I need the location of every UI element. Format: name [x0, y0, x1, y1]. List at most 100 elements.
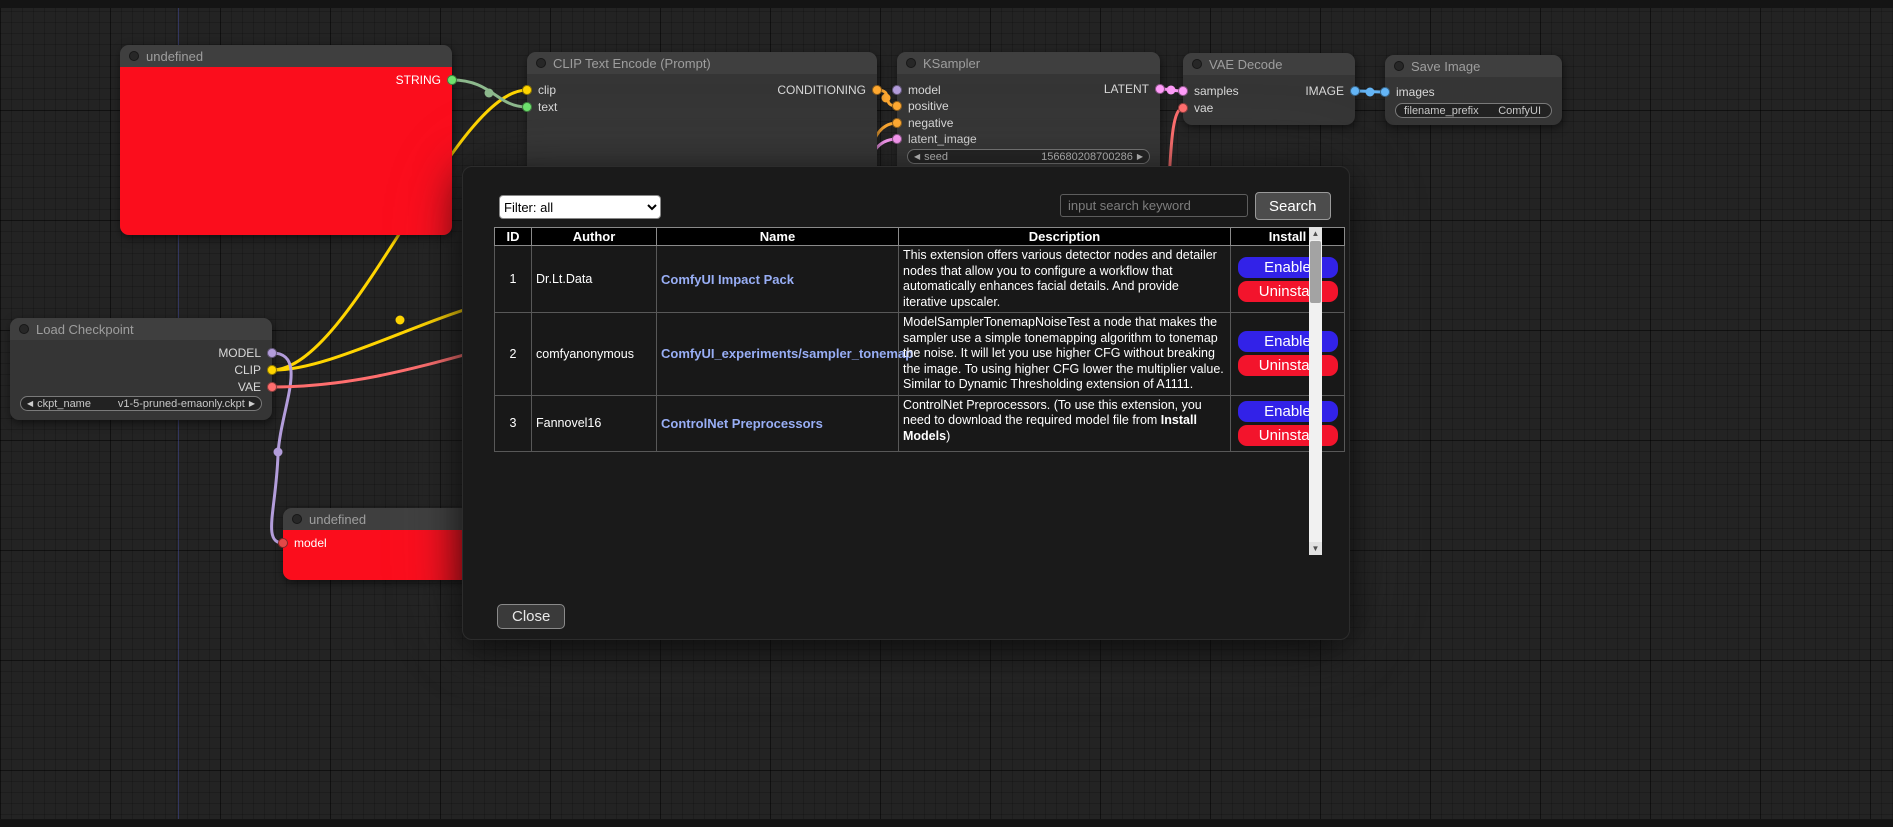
- output-port-model[interactable]: MODEL: [218, 346, 277, 360]
- port-dot[interactable]: [267, 365, 277, 375]
- input-port-model[interactable]: model: [278, 536, 327, 550]
- port-dot[interactable]: [1380, 87, 1390, 97]
- port-dot[interactable]: [892, 134, 902, 144]
- port-label: VAE: [238, 380, 261, 394]
- port-label: model: [908, 83, 941, 97]
- node-title-bar[interactable]: Save Image: [1385, 55, 1562, 77]
- input-port-negative[interactable]: negative: [892, 116, 953, 130]
- output-port-image[interactable]: IMAGE: [1305, 84, 1360, 98]
- node-title-bar[interactable]: CLIP Text Encode (Prompt): [527, 52, 877, 74]
- node-load-checkpoint[interactable]: Load Checkpoint MODEL CLIP VAE ◀ ckpt_na…: [10, 318, 272, 420]
- port-dot[interactable]: [267, 382, 277, 392]
- wire-dot-image: [1366, 88, 1375, 97]
- enable-button[interactable]: Enable: [1238, 401, 1338, 422]
- enable-button[interactable]: Enable: [1238, 331, 1338, 352]
- port-label: STRING: [396, 73, 441, 87]
- port-dot[interactable]: [267, 348, 277, 358]
- scrollbar-up-icon[interactable]: ▲: [1309, 227, 1322, 240]
- input-port-latent-image[interactable]: latent_image: [892, 132, 977, 146]
- cell-id: 1: [495, 246, 532, 313]
- port-label: positive: [908, 99, 949, 113]
- collapse-dot-icon[interactable]: [906, 58, 916, 68]
- bottom-edge-strip: [0, 819, 1893, 827]
- collapse-dot-icon[interactable]: [292, 514, 302, 524]
- close-button[interactable]: Close: [497, 604, 565, 629]
- port-dot[interactable]: [1178, 103, 1188, 113]
- port-label: MODEL: [218, 346, 261, 360]
- collapse-dot-icon[interactable]: [19, 324, 29, 334]
- node-title-bar[interactable]: VAE Decode: [1183, 53, 1355, 75]
- node-title: undefined: [146, 49, 203, 64]
- output-port-vae[interactable]: VAE: [238, 380, 277, 394]
- comfyui-canvas[interactable]: undefined STRING Load Checkpoint MODEL C…: [0, 0, 1893, 827]
- extension-link[interactable]: ComfyUI_experiments/sampler_tonemap: [661, 346, 913, 361]
- uninstall-button[interactable]: Uninstall: [1238, 281, 1338, 302]
- description-text: ): [946, 429, 950, 443]
- node-ksampler[interactable]: KSampler model positive negative latent_…: [897, 52, 1160, 182]
- port-dot[interactable]: [1155, 84, 1165, 94]
- port-dot[interactable]: [278, 538, 288, 548]
- increment-arrow-icon[interactable]: ▶: [249, 399, 255, 408]
- cell-author: comfyanonymous: [532, 313, 657, 396]
- search-input[interactable]: [1060, 194, 1248, 217]
- node-title-bar[interactable]: undefined: [283, 508, 470, 530]
- port-label: text: [538, 100, 557, 114]
- input-port-samples[interactable]: samples: [1178, 84, 1239, 98]
- port-label: samples: [1194, 84, 1239, 98]
- node-undefined-bottom[interactable]: undefined model: [283, 508, 470, 580]
- uninstall-button[interactable]: Uninstall: [1238, 425, 1338, 446]
- wire-dot-conditioning: [882, 94, 891, 103]
- port-dot[interactable]: [892, 118, 902, 128]
- output-port-latent[interactable]: LATENT: [1104, 82, 1165, 96]
- enable-button[interactable]: Enable: [1238, 257, 1338, 278]
- port-dot[interactable]: [1350, 86, 1360, 96]
- port-label: IMAGE: [1305, 84, 1344, 98]
- input-port-model[interactable]: model: [892, 83, 941, 97]
- extension-link[interactable]: ComfyUI Impact Pack: [661, 272, 794, 287]
- input-port-clip[interactable]: clip: [522, 83, 556, 97]
- collapse-dot-icon[interactable]: [129, 51, 139, 61]
- uninstall-button[interactable]: Uninstall: [1238, 355, 1338, 376]
- node-vae-decode[interactable]: VAE Decode samples vae IMAGE: [1183, 53, 1355, 125]
- filter-select[interactable]: Filter: all: [499, 195, 661, 219]
- output-port-conditioning[interactable]: CONDITIONING: [777, 83, 882, 97]
- input-port-vae[interactable]: vae: [1178, 101, 1213, 115]
- table-row: 1 Dr.Lt.Data ComfyUI Impact Pack This ex…: [495, 246, 1345, 313]
- decrement-arrow-icon[interactable]: ◀: [27, 399, 33, 408]
- ckpt-name-widget[interactable]: ◀ ckpt_name v1-5-pruned-emaonly.ckpt ▶: [20, 396, 262, 411]
- port-dot[interactable]: [872, 85, 882, 95]
- node-undefined-top[interactable]: undefined STRING: [120, 45, 452, 235]
- port-dot[interactable]: [892, 85, 902, 95]
- port-dot[interactable]: [522, 85, 532, 95]
- decrement-arrow-icon[interactable]: ◀: [914, 152, 920, 161]
- node-title-bar[interactable]: KSampler: [897, 52, 1160, 74]
- node-title-bar[interactable]: Load Checkpoint: [10, 318, 272, 340]
- port-label: model: [294, 536, 327, 550]
- port-dot[interactable]: [892, 101, 902, 111]
- scrollbar-thumb[interactable]: [1310, 241, 1321, 303]
- node-title-bar[interactable]: undefined: [120, 45, 452, 67]
- port-dot[interactable]: [1178, 86, 1188, 96]
- collapse-dot-icon[interactable]: [1192, 59, 1202, 69]
- scrollbar-down-icon[interactable]: ▼: [1309, 542, 1322, 555]
- input-port-positive[interactable]: positive: [892, 99, 949, 113]
- input-port-text[interactable]: text: [522, 100, 557, 114]
- seed-widget[interactable]: ◀ seed 156680208700286 ▶: [907, 149, 1150, 164]
- collapse-dot-icon[interactable]: [536, 58, 546, 68]
- collapse-dot-icon[interactable]: [1394, 61, 1404, 71]
- output-port-string[interactable]: STRING: [396, 73, 457, 87]
- input-port-images[interactable]: images: [1380, 85, 1435, 99]
- search-button[interactable]: Search: [1255, 192, 1331, 220]
- port-dot[interactable]: [447, 75, 457, 85]
- col-header-description: Description: [899, 228, 1231, 246]
- increment-arrow-icon[interactable]: ▶: [1137, 152, 1143, 161]
- widget-name: filename_prefix: [1404, 105, 1479, 117]
- output-port-clip[interactable]: CLIP: [234, 363, 277, 377]
- port-dot[interactable]: [522, 102, 532, 112]
- extension-link[interactable]: ControlNet Preprocessors: [661, 416, 823, 431]
- node-save-image[interactable]: Save Image images filename_prefix ComfyU…: [1385, 55, 1562, 125]
- table-scrollbar[interactable]: ▲ ▼: [1309, 227, 1322, 555]
- cell-description: ControlNet Preprocessors. (To use this e…: [899, 395, 1231, 451]
- filename-prefix-widget[interactable]: filename_prefix ComfyUI: [1395, 103, 1552, 118]
- cell-install: Enable Uninstall: [1231, 395, 1345, 451]
